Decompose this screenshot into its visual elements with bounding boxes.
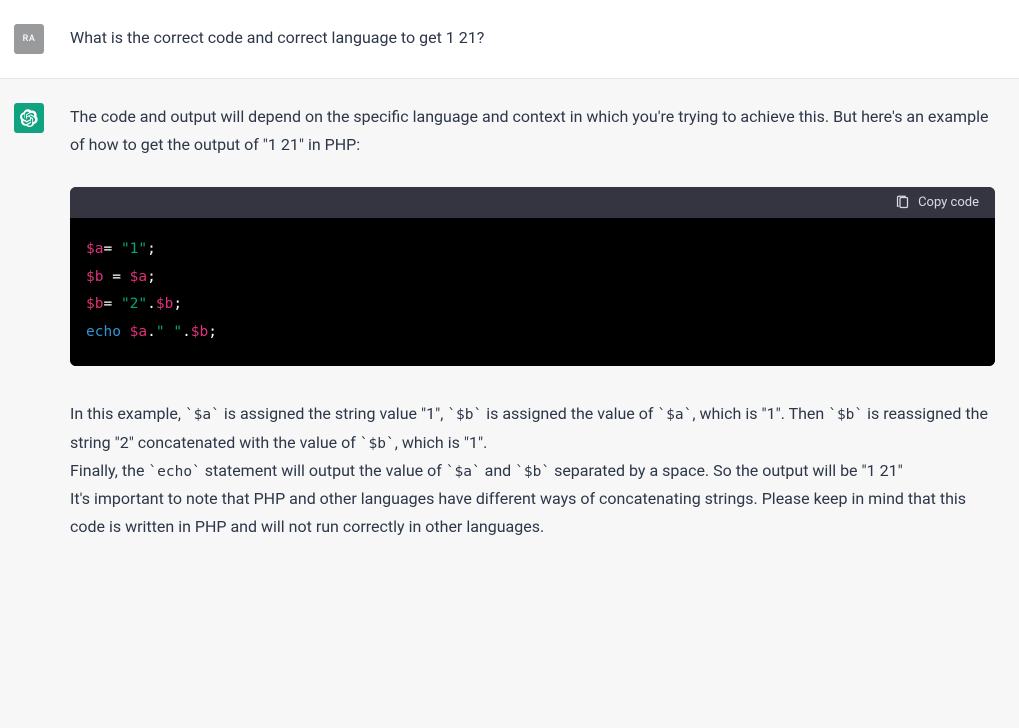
inline-code: `echo` — [148, 464, 200, 480]
text-span: , which is "1". — [395, 433, 488, 452]
copy-code-button[interactable]: Copy code — [895, 195, 979, 210]
text-span: statement will output the value of — [201, 461, 446, 480]
code-token: ; — [147, 241, 156, 257]
inline-code: `$a` — [657, 407, 692, 423]
text-span: and — [481, 461, 516, 480]
inline-code: `$a` — [446, 464, 481, 480]
inline-code: `$a` — [185, 407, 220, 423]
code-token: $a — [130, 269, 147, 285]
user-question-text: What is the correct code and correct lan… — [70, 24, 995, 52]
code-token: $b — [86, 269, 103, 285]
text-span: In this example, — [70, 404, 185, 423]
assistant-paragraph-4: It's important to note that PHP and othe… — [70, 485, 995, 541]
code-token: "2" — [121, 296, 147, 312]
code-header: Copy code — [70, 187, 995, 218]
code-token: $b — [86, 296, 103, 312]
code-token: $a — [86, 241, 103, 257]
assistant-paragraph-2: In this example, `$a` is assigned the st… — [70, 400, 995, 457]
assistant-paragraph-3: Finally, the `echo` statement will outpu… — [70, 457, 995, 485]
code-block: Copy code $a= "1"; $b = $a; $b= "2".$b; … — [70, 187, 995, 366]
code-token: = — [103, 241, 112, 257]
inline-code: `$b` — [447, 407, 482, 423]
code-token: " " — [156, 324, 182, 340]
assistant-message: The code and output will depend on the s… — [0, 79, 1019, 565]
inline-code: `$b` — [360, 436, 395, 452]
text-span: , which is "1". Then — [692, 404, 828, 423]
code-token: . — [147, 296, 156, 312]
text-span: separated by a space. So the output will… — [550, 461, 903, 480]
code-token: ; — [208, 324, 217, 340]
user-avatar: RA — [14, 24, 44, 54]
code-token: = — [112, 269, 121, 285]
code-token: $b — [191, 324, 208, 340]
code-token: "1" — [121, 241, 147, 257]
user-content: What is the correct code and correct lan… — [70, 24, 1005, 52]
assistant-intro-text: The code and output will depend on the s… — [70, 103, 995, 159]
assistant-avatar — [14, 103, 44, 133]
clipboard-icon — [895, 195, 910, 210]
code-token: . — [147, 324, 156, 340]
code-token: ; — [147, 269, 156, 285]
code-token: $b — [156, 296, 173, 312]
code-token: . — [182, 324, 191, 340]
code-body: $a= "1"; $b = $a; $b= "2".$b; echo $a." … — [70, 218, 995, 366]
text-span: is assigned the string value "1", — [220, 404, 447, 423]
text-span: is assigned the value of — [482, 404, 657, 423]
code-token: ; — [173, 296, 182, 312]
code-token: $a — [130, 324, 147, 340]
openai-icon — [20, 109, 38, 127]
assistant-content: The code and output will depend on the s… — [70, 103, 1005, 541]
copy-code-label: Copy code — [918, 195, 979, 210]
user-message: RA What is the correct code and correct … — [0, 0, 1019, 79]
text-span: Finally, the — [70, 461, 148, 480]
inline-code: `$b` — [515, 464, 550, 480]
code-token: = — [103, 296, 112, 312]
inline-code: `$b` — [828, 407, 863, 423]
code-token: echo — [86, 324, 121, 340]
